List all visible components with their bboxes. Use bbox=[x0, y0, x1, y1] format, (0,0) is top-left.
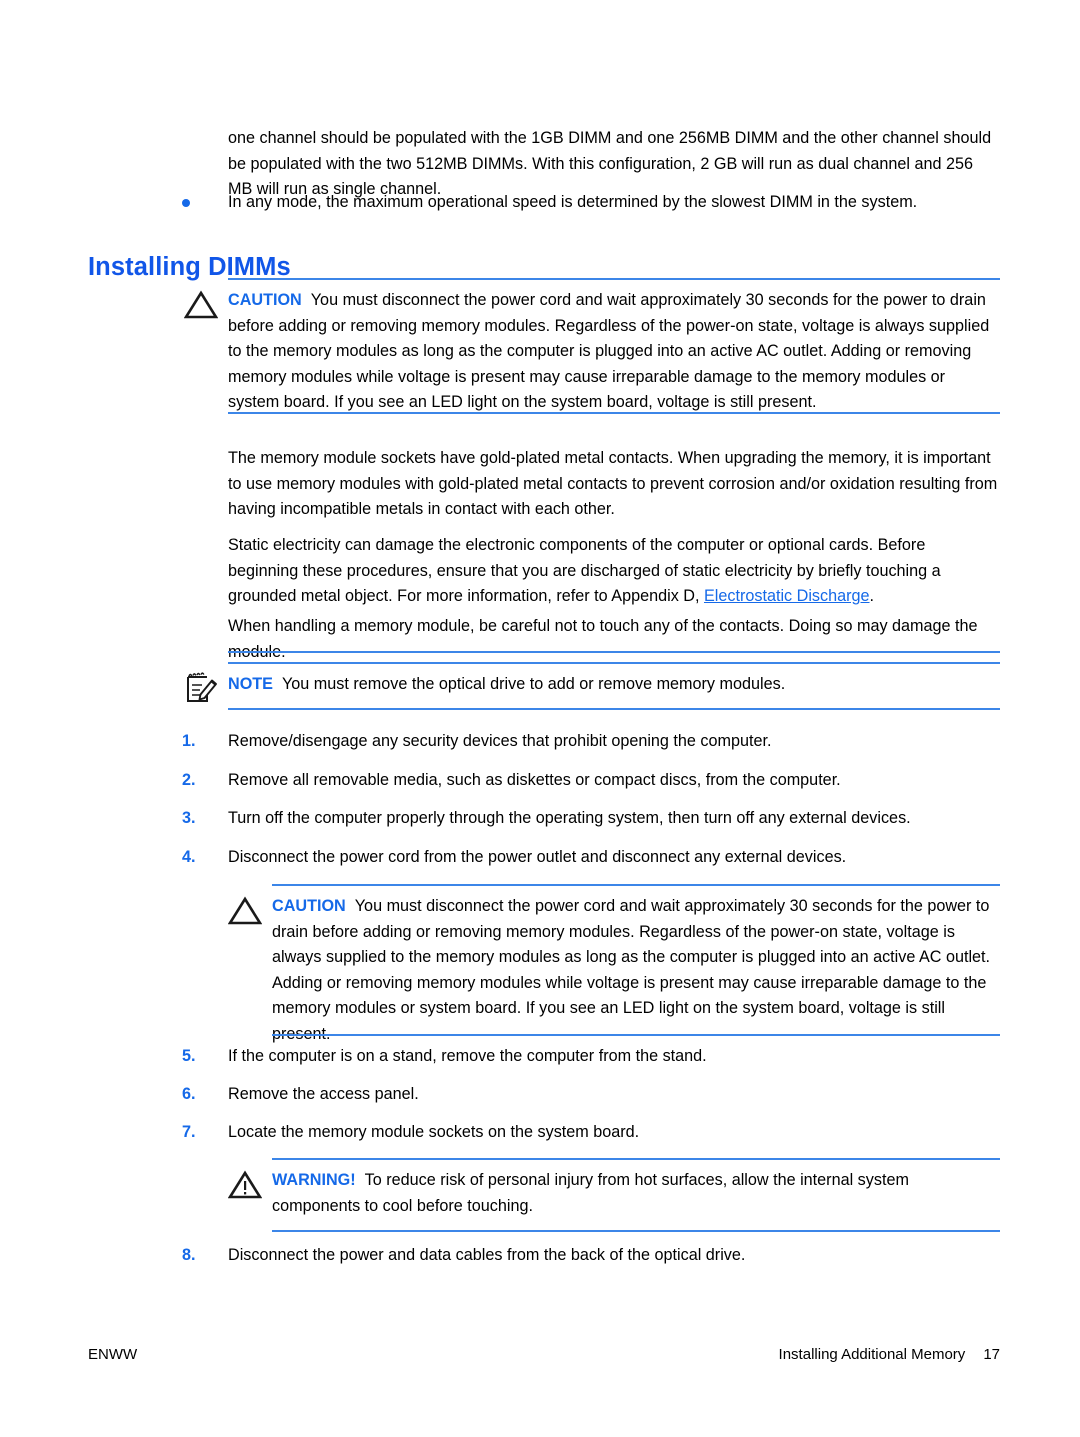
bullet-item-label: In any mode, the maximum operational spe… bbox=[228, 193, 918, 211]
list-item-label: Remove the access panel. bbox=[228, 1085, 419, 1103]
caution-block-2-body: CAUTION You must disconnect the power cor… bbox=[272, 884, 1000, 1048]
admonition-rule-bottom bbox=[228, 708, 1000, 710]
footer-page-number: 17 bbox=[983, 1346, 1000, 1363]
admonition-rule-bottom bbox=[272, 1034, 1000, 1036]
paragraph-group-rule bbox=[228, 651, 1000, 653]
list-item-label: Remove all removable media, such as disk… bbox=[228, 771, 841, 789]
warning-triangle-icon bbox=[228, 1170, 262, 1200]
gold-contacts-paragraph: The memory module sockets have gold-plat… bbox=[228, 449, 998, 519]
list-item-number: 1. bbox=[182, 732, 196, 750]
note-label: NOTE bbox=[228, 675, 273, 693]
list-item-label: Turn off the computer properly through t… bbox=[228, 809, 911, 827]
static-electricity-text-end: . bbox=[869, 587, 875, 606]
caution-block-1-body: CAUTION You must disconnect the power cor… bbox=[228, 278, 1000, 416]
warning-label: WARNING! bbox=[272, 1171, 356, 1189]
caution-label: CAUTION bbox=[228, 291, 302, 309]
footer-section-title: Installing Additional Memory bbox=[778, 1346, 966, 1363]
footer-language-code: ENWW bbox=[88, 1346, 138, 1363]
list-item-number: 4. bbox=[182, 848, 196, 866]
bullet-dot-icon bbox=[182, 199, 190, 207]
list-item-label: Disconnect the power cord from the power… bbox=[228, 848, 847, 866]
footer-section-title-group: Installing Additional Memory 17 bbox=[779, 1346, 1000, 1363]
admonition-rule-bottom bbox=[228, 412, 1000, 414]
list-item-number: 8. bbox=[182, 1246, 196, 1264]
caution-triangle-icon bbox=[228, 896, 262, 926]
list-item-number: 2. bbox=[182, 771, 196, 789]
list-item-label: If the computer is on a stand, remove th… bbox=[228, 1047, 707, 1065]
static-electricity-paragraph: Static electricity can damage the electr… bbox=[228, 533, 1000, 610]
list-item-number: 6. bbox=[182, 1085, 196, 1103]
note-text: You must remove the optical drive to add… bbox=[281, 675, 786, 693]
warning-block: WARNING! To reduce risk of personal injur… bbox=[228, 1158, 1000, 1232]
admonition-rule-bottom bbox=[272, 1230, 1000, 1232]
caution-label: CAUTION bbox=[272, 897, 346, 915]
list-item-number: 5. bbox=[182, 1047, 196, 1065]
list-item-number: 7. bbox=[182, 1123, 196, 1141]
document-page: one channel should be populated with the… bbox=[0, 0, 1080, 1437]
note-block: NOTE You must remove the optical drive to… bbox=[187, 662, 1000, 710]
caution-text: You must disconnect the power cord and w… bbox=[228, 291, 990, 412]
caution-block-1: CAUTION You must disconnect the power cor… bbox=[184, 278, 1000, 416]
list-item-label: Disconnect the power and data cables fro… bbox=[228, 1246, 746, 1264]
warning-block-body: WARNING! To reduce risk of personal injur… bbox=[272, 1158, 1000, 1219]
electrostatic-discharge-link[interactable]: Electrostatic Discharge bbox=[704, 587, 870, 605]
list-item-number: 3. bbox=[182, 809, 196, 827]
warning-text: To reduce risk of personal injury from h… bbox=[272, 1171, 909, 1215]
caution-triangle-icon bbox=[184, 290, 218, 320]
caution-text: You must disconnect the power cord and w… bbox=[272, 897, 991, 1043]
handling-module-paragraph: When handling a memory module, be carefu… bbox=[228, 617, 978, 661]
list-item-label: Remove/disengage any security devices th… bbox=[228, 732, 772, 750]
caution-block-2: CAUTION You must disconnect the power cor… bbox=[228, 884, 1000, 1043]
note-pad-pencil-icon bbox=[184, 670, 220, 706]
note-block-body: NOTE You must remove the optical drive to… bbox=[228, 662, 1000, 698]
list-item-label: Locate the memory module sockets on the … bbox=[228, 1123, 640, 1141]
